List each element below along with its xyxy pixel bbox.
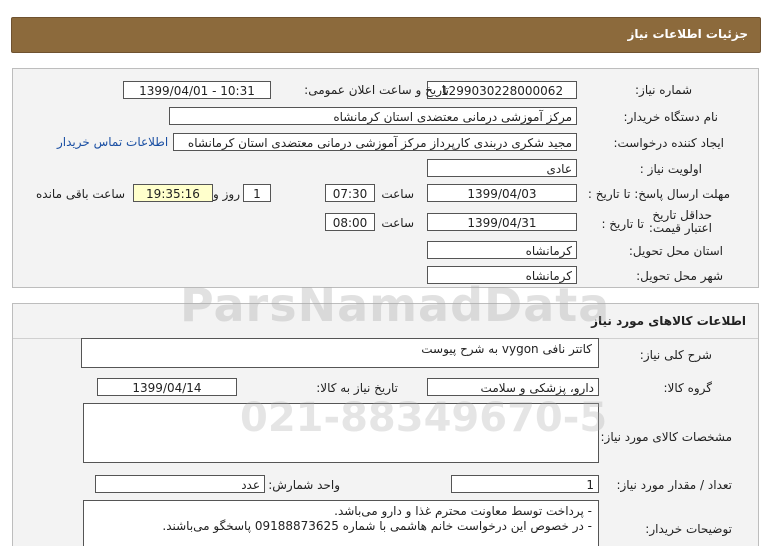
need-date-field: 1399/04/14	[97, 378, 237, 396]
buyer-notes-label: توضیحات خریدار:	[645, 522, 732, 536]
specs-label: مشخصات کالای مورد نیاز:	[600, 430, 732, 444]
page-title: جزئیات اطلاعات نیاز	[627, 27, 748, 41]
need-info-panel: شماره نیاز: 1299030228000062 تاریخ و ساع…	[12, 68, 759, 288]
group-field: دارو، پزشکی و سلامت	[427, 378, 599, 396]
to-date-label: تا تاریخ :	[601, 217, 644, 231]
buyer-notes-line-2: - در خصوص این درخواست خانم هاشمی با شمار…	[162, 519, 592, 533]
creator-label: ایجاد کننده درخواست:	[613, 136, 724, 150]
deadline-time-field: 07:30	[325, 184, 375, 202]
buyer-org-field: مرکز آموزشی درمانی معتضدی استان کرمانشاه	[169, 107, 577, 125]
deadline-date-field: 1399/04/03	[427, 184, 577, 202]
remaining-label: ساعت باقی مانده	[36, 187, 126, 201]
validity-time-field: 08:00	[325, 213, 375, 231]
general-desc-field: کاتتر نافی vygon به شرح پیوست	[81, 338, 599, 368]
general-desc-label: شرح کلی نیاز:	[639, 348, 712, 362]
announce-field: 1399/04/01 - 10:31	[123, 81, 271, 99]
days-label: روز و	[213, 187, 240, 201]
unit-label: واحد شمارش:	[268, 478, 340, 492]
deadline-label: مهلت ارسال پاسخ: تا تاریخ :	[587, 187, 730, 201]
province-label: استان محل تحویل:	[628, 244, 723, 258]
priority-field: عادی	[427, 159, 577, 177]
deadline-time-label: ساعت	[381, 187, 414, 201]
page-header: جزئیات اطلاعات نیاز	[11, 17, 761, 53]
goods-section-title: اطلاعات کالاهای مورد نیاز	[591, 314, 746, 328]
days-field: 1	[243, 184, 271, 202]
watermark-brand: ParsNamadData	[180, 278, 611, 332]
quantity-label: تعداد / مقدار مورد نیاز:	[616, 478, 732, 492]
buyer-contact-link[interactable]: اطلاعات تماس خریدار	[57, 135, 168, 149]
announce-label: تاریخ و ساعت اعلان عمومی:	[304, 83, 449, 97]
validity-date-field: 1399/04/31	[427, 213, 577, 231]
buyer-notes-field: - پرداخت توسط معاونت محترم غذا و دارو می…	[83, 500, 599, 546]
buyer-notes-line-1: - پرداخت توسط معاونت محترم غذا و دارو می…	[334, 504, 592, 518]
city-label: شهر محل تحویل:	[636, 269, 723, 283]
unit-field: عدد	[95, 475, 265, 493]
validity-time-label: ساعت	[381, 216, 414, 230]
need-number-label: شماره نیاز:	[635, 83, 692, 97]
watermark-phone: 021-88349670-5	[240, 395, 608, 441]
quantity-field: 1	[451, 475, 599, 493]
need-number-field: 1299030228000062	[427, 81, 577, 99]
priority-label: اولویت نیاز :	[639, 162, 702, 176]
buyer-org-label: نام دستگاه خریدار:	[623, 110, 719, 124]
province-field: کرمانشاه	[427, 241, 577, 259]
creator-field: مجید شکری دربندی کارپرداز مرکز آموزشی در…	[173, 133, 577, 151]
group-label: گروه کالا:	[663, 381, 713, 395]
remaining-time-field: 19:35:16	[133, 184, 213, 202]
need-date-label: تاریخ نیاز به کالا:	[316, 381, 398, 395]
